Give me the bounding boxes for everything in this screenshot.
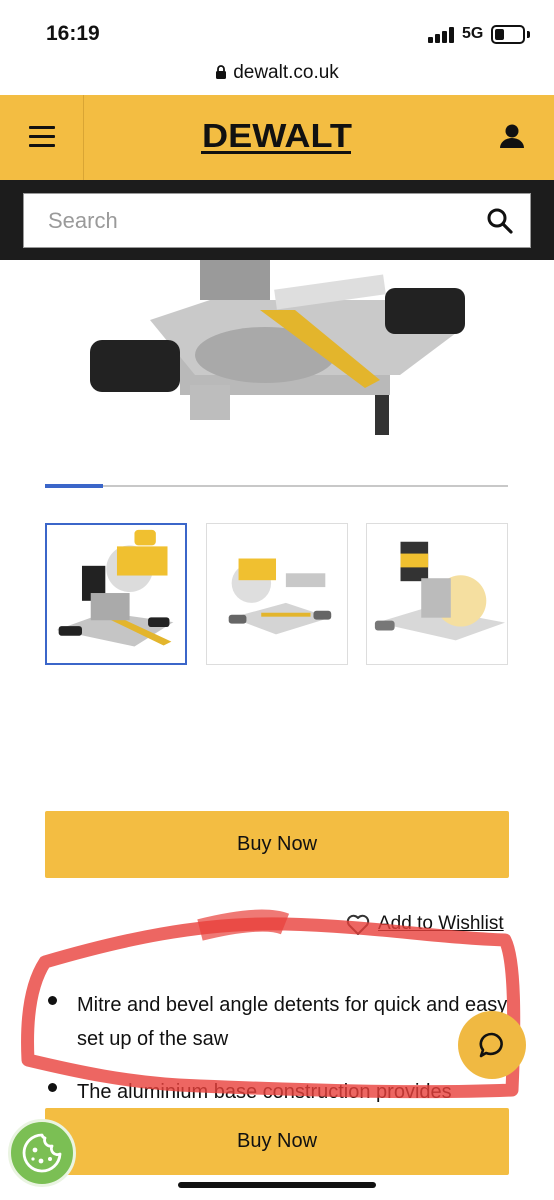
hamburger-menu-icon[interactable]	[0, 95, 84, 180]
feature-list: Mitre and bevel angle detents for quick …	[48, 988, 518, 1128]
home-indicator	[178, 1182, 376, 1188]
signal-icon	[428, 27, 456, 43]
search-input[interactable]	[24, 194, 484, 247]
gallery-progress-fill	[45, 484, 103, 488]
lock-icon	[216, 65, 227, 79]
status-time: 16:19	[46, 22, 100, 45]
search-box	[23, 193, 531, 248]
product-main-image[interactable]	[80, 260, 480, 440]
gallery-thumbnail[interactable]	[206, 523, 348, 665]
status-bar: 16:19 5G	[0, 0, 554, 62]
buy-now-button[interactable]: Buy Now	[45, 811, 509, 878]
site-header: DEWALT	[0, 95, 554, 180]
chat-button[interactable]	[458, 1011, 526, 1079]
search-icon[interactable]	[486, 207, 514, 235]
sticky-buy-now-button[interactable]: Buy Now	[45, 1108, 509, 1175]
gallery-progress	[45, 484, 508, 488]
network-type: 5G	[462, 25, 484, 42]
battery-nub	[527, 31, 530, 38]
cookie-icon	[22, 1133, 62, 1173]
battery-icon	[491, 25, 525, 44]
cookie-settings-button[interactable]	[8, 1119, 76, 1187]
search-bar	[0, 180, 554, 260]
heart-icon	[346, 914, 370, 935]
gallery-thumbnail[interactable]	[45, 523, 187, 665]
logo-text: DEWALT	[202, 117, 352, 154]
account-icon[interactable]	[492, 117, 532, 157]
url-bar[interactable]: dewalt.co.uk	[0, 62, 554, 94]
wishlist-label: Add to Wishlist	[378, 913, 504, 934]
feature-item: Mitre and bevel angle detents for quick …	[48, 988, 518, 1056]
url-text: dewalt.co.uk	[233, 62, 339, 83]
gallery-thumbnail[interactable]	[366, 523, 508, 665]
dewalt-logo[interactable]: DEWALT	[199, 117, 355, 157]
feature-item: The aluminium base construction provides	[48, 1075, 518, 1109]
chat-icon	[479, 1032, 503, 1058]
